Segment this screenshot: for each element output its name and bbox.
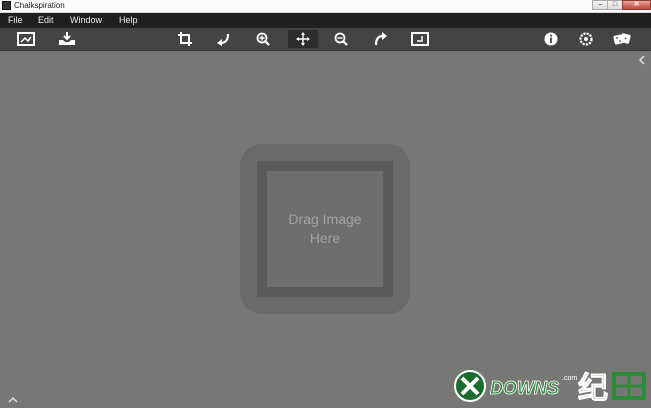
- pan-button[interactable]: [288, 30, 318, 48]
- watermark-text: DOWNS: [490, 378, 559, 398]
- chevron-left-icon[interactable]: [638, 55, 646, 65]
- tray-download-icon: [59, 32, 75, 45]
- toolbar: [0, 28, 651, 51]
- rotate-left-button[interactable]: [214, 30, 234, 48]
- rotate-right-button[interactable]: [370, 30, 390, 48]
- crop-icon: [178, 32, 192, 46]
- watermark-logo: DOWNS .com 纪: [454, 370, 646, 407]
- dice-icon: [613, 33, 631, 45]
- crop-button[interactable]: [175, 30, 195, 48]
- drop-zone-inner: Drag Image Here: [267, 171, 383, 287]
- fit-screen-button[interactable]: [410, 30, 430, 48]
- open-image-button[interactable]: [16, 30, 36, 48]
- menu-window[interactable]: Window: [70, 13, 102, 28]
- menu-bar: File Edit Window Help: [0, 13, 651, 28]
- rotate-left-icon: [217, 33, 230, 46]
- move-arrows-icon: [296, 32, 310, 46]
- info-button[interactable]: [541, 30, 561, 48]
- rotate-right-icon: [374, 32, 387, 46]
- drop-zone-line1: Drag Image: [288, 211, 362, 227]
- zoom-in-button[interactable]: [253, 30, 273, 48]
- info-icon: [544, 32, 558, 46]
- menu-file[interactable]: File: [8, 13, 23, 28]
- drop-zone-text: Drag Image Here: [275, 210, 375, 248]
- watermark-com: .com: [562, 375, 577, 382]
- gear-icon: [579, 32, 593, 46]
- minimize-button[interactable]: –: [592, 0, 608, 10]
- zoom-out-button[interactable]: [331, 30, 351, 48]
- drop-zone[interactable]: Drag Image Here: [240, 144, 410, 314]
- menu-help[interactable]: Help: [119, 13, 138, 28]
- fit-frame-icon: [411, 32, 429, 46]
- picture-frame-icon: [17, 32, 35, 46]
- image-canvas[interactable]: Drag Image Here: [0, 51, 651, 408]
- settings-button[interactable]: [576, 30, 596, 48]
- menu-edit[interactable]: Edit: [38, 13, 54, 28]
- close-button[interactable]: ✕: [622, 0, 651, 10]
- random-button[interactable]: [612, 30, 632, 48]
- save-button[interactable]: [57, 30, 77, 48]
- watermark-suffix: 纪: [578, 371, 608, 406]
- zoom-in-icon: [256, 32, 270, 46]
- title-bar: Chalkspiration – □ ✕: [0, 0, 651, 13]
- chevron-up-icon[interactable]: [8, 396, 18, 404]
- app-icon: [2, 1, 11, 10]
- window-title: Chalkspiration: [14, 1, 65, 10]
- drop-zone-frame: Drag Image Here: [257, 161, 393, 297]
- zoom-out-icon: [334, 32, 348, 46]
- drop-zone-line2: Here: [309, 230, 341, 246]
- maximize-button[interactable]: □: [607, 0, 623, 10]
